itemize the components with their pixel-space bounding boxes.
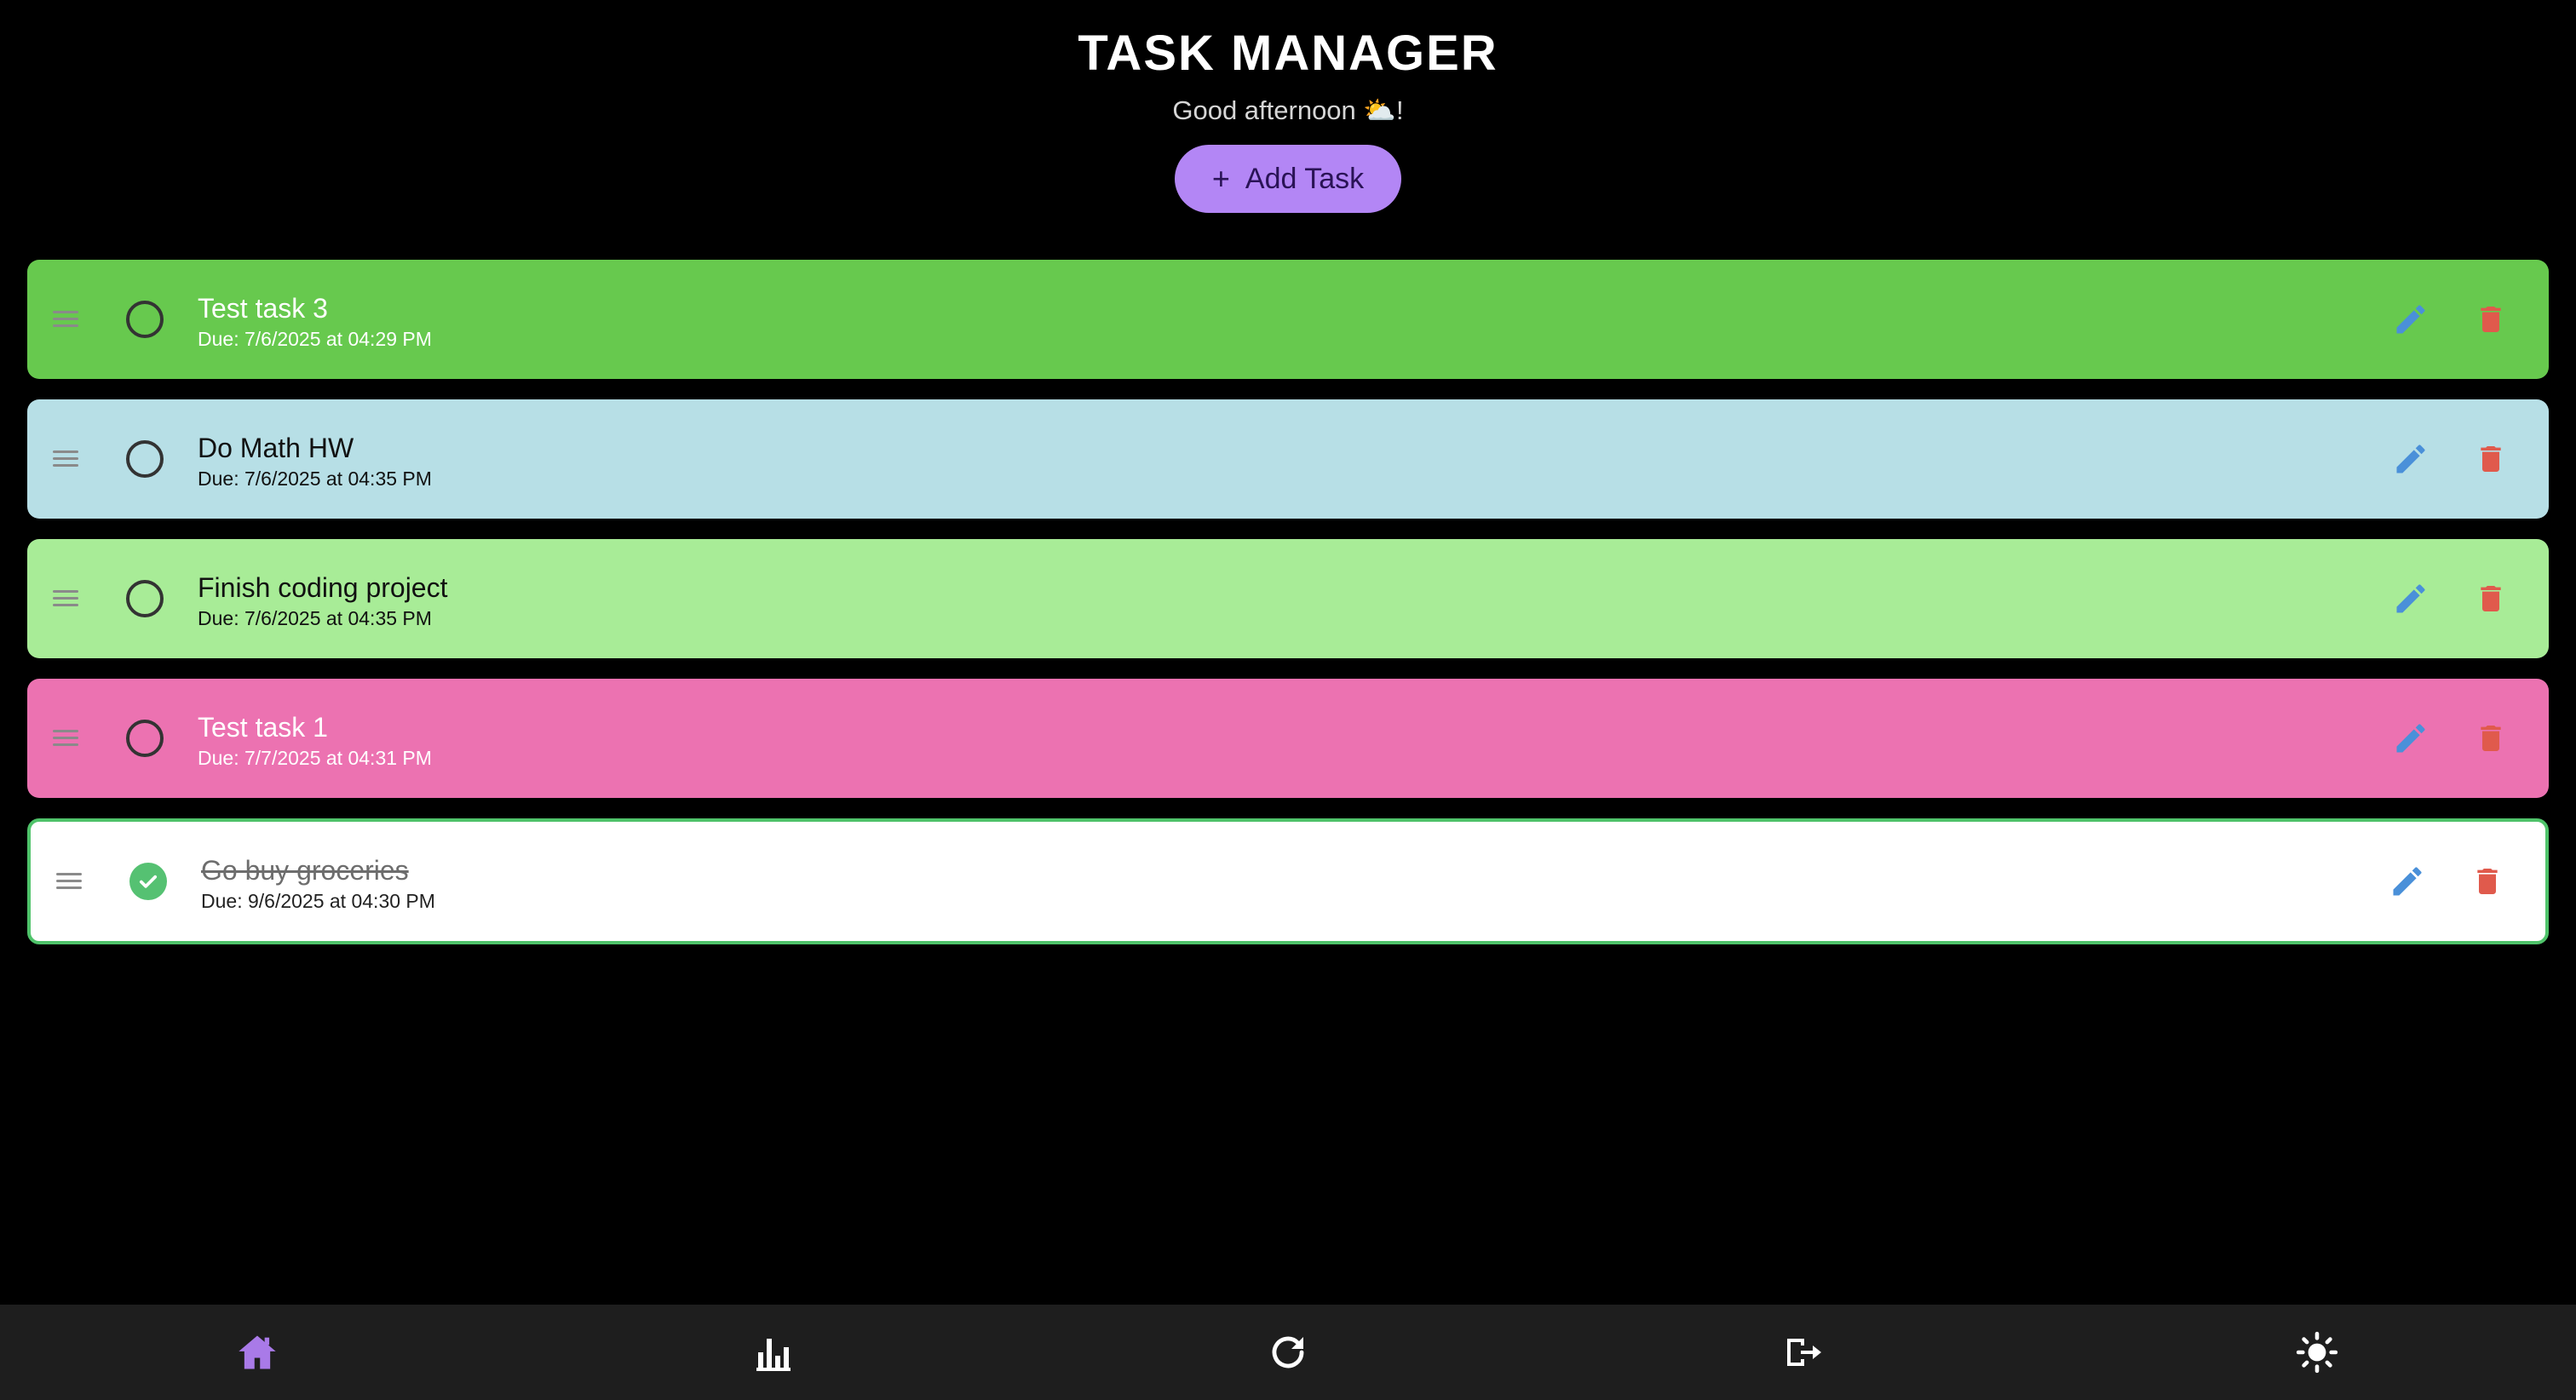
pencil-icon[interactable] <box>2392 301 2429 338</box>
task-due-date: Due: 9/6/2025 at 04:30 PM <box>201 890 435 912</box>
complete-toggle[interactable] <box>126 720 164 757</box>
task-text: Do Math HW Due: 7/6/2025 at 04:35 PM <box>198 432 432 491</box>
home-icon[interactable] <box>233 1328 281 1376</box>
add-task-button[interactable]: + Add Task <box>1175 145 1401 213</box>
task-manager-app: TASK MANAGER Good afternoon ⛅! + Add Tas… <box>0 0 2576 1400</box>
add-task-label: Add Task <box>1245 162 1365 195</box>
complete-toggle[interactable] <box>126 440 164 478</box>
greeting-text: Good afternoon <box>1172 95 1364 125</box>
task-due-date: Due: 7/6/2025 at 04:29 PM <box>198 328 432 350</box>
pencil-icon[interactable] <box>2392 720 2429 757</box>
trash-icon[interactable] <box>2474 440 2508 478</box>
logout-icon[interactable] <box>1779 1328 1826 1376</box>
complete-toggle[interactable] <box>126 580 164 617</box>
greeting-suffix: ! <box>1396 95 1404 125</box>
task-due-date: Due: 7/6/2025 at 04:35 PM <box>198 607 432 629</box>
task-item[interactable]: Test task 3 Due: 7/6/2025 at 04:29 PM <box>27 260 2549 379</box>
drag-handle-icon[interactable] <box>53 450 78 468</box>
drag-handle-icon[interactable] <box>56 873 82 890</box>
drag-handle-icon[interactable] <box>53 590 78 607</box>
sun-icon[interactable] <box>2293 1328 2341 1376</box>
task-due-date: Due: 7/6/2025 at 04:35 PM <box>198 468 432 490</box>
task-title: Test task 1 <box>198 712 328 743</box>
task-text: Test task 3 Due: 7/6/2025 at 04:29 PM <box>198 292 432 351</box>
task-text: Finish coding project Due: 7/6/2025 at 0… <box>198 571 447 630</box>
task-title: Do Math HW <box>198 433 354 463</box>
task-title: Finish coding project <box>198 572 448 603</box>
task-item[interactable]: Go buy groceries Due: 9/6/2025 at 04:30 … <box>27 818 2549 944</box>
complete-toggle[interactable] <box>129 863 167 900</box>
task-text: Test task 1 Due: 7/7/2025 at 04:31 PM <box>198 711 432 770</box>
task-item[interactable]: Finish coding project Due: 7/6/2025 at 0… <box>27 539 2549 658</box>
trash-icon[interactable] <box>2474 720 2508 757</box>
refresh-icon[interactable] <box>1264 1328 1312 1376</box>
chart-icon[interactable] <box>750 1328 797 1376</box>
pencil-icon[interactable] <box>2392 440 2429 478</box>
task-text: Go buy groceries Due: 9/6/2025 at 04:30 … <box>201 854 435 913</box>
pencil-icon[interactable] <box>2392 580 2429 617</box>
weather-icon: ⛅ <box>1363 95 1397 125</box>
drag-handle-icon[interactable] <box>53 730 78 747</box>
task-title: Go buy groceries <box>201 855 409 886</box>
task-item[interactable]: Test task 1 Due: 7/7/2025 at 04:31 PM <box>27 679 2549 798</box>
task-title: Test task 3 <box>198 293 328 324</box>
task-due-date: Due: 7/7/2025 at 04:31 PM <box>198 747 432 769</box>
plus-icon: + <box>1211 161 1230 196</box>
complete-toggle[interactable] <box>126 301 164 338</box>
header: TASK MANAGER Good afternoon ⛅! + Add Tas… <box>0 0 2576 213</box>
trash-icon[interactable] <box>2474 301 2508 338</box>
checkmark-icon <box>139 875 158 888</box>
task-list: Test task 3 Due: 7/6/2025 at 04:29 PM Do… <box>27 260 2549 965</box>
greeting: Good afternoon ⛅! <box>0 94 2576 128</box>
page-title: TASK MANAGER <box>1078 26 1498 81</box>
trash-icon[interactable] <box>2474 580 2508 617</box>
trash-icon[interactable] <box>2470 863 2504 900</box>
drag-handle-icon[interactable] <box>53 311 78 328</box>
task-item[interactable]: Do Math HW Due: 7/6/2025 at 04:35 PM <box>27 399 2549 519</box>
bottom-nav <box>0 1305 2576 1400</box>
pencil-icon[interactable] <box>2389 863 2426 900</box>
